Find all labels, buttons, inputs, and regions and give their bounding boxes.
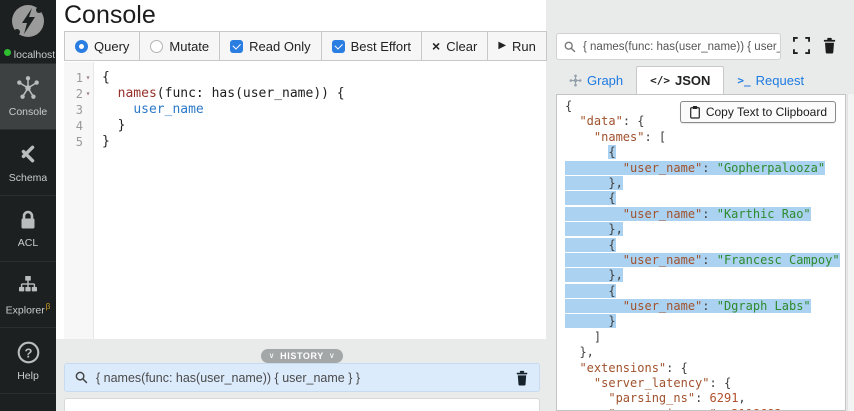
json-line: { <box>565 284 845 299</box>
sidebar-bottom-divider <box>0 393 56 411</box>
tab-request[interactable]: >_ Request <box>724 66 817 94</box>
editor-gutter: 1▾2▾345 <box>64 62 94 339</box>
sidebar-item-schema[interactable]: Schema <box>0 129 56 195</box>
json-line: { <box>565 238 845 253</box>
json-line: "processing_ns": 2118682, <box>565 407 845 411</box>
json-line: "names": [ <box>565 130 845 145</box>
console-panel: Console Query Mutate Read Only Best Effo… <box>56 0 546 339</box>
svg-text:?: ? <box>24 345 32 360</box>
checkbox-checked-icon <box>230 40 243 53</box>
dgraph-logo-icon <box>9 2 47 40</box>
search-icon <box>75 371 88 384</box>
clear-button[interactable]: × Clear <box>421 31 488 61</box>
editor-code[interactable]: { names(func: has(user_name)) { user_nam… <box>94 62 345 339</box>
query-radio-button[interactable]: Query <box>64 31 140 61</box>
trash-icon[interactable] <box>515 370 529 386</box>
json-line: "user_name": "Karthic Rao" <box>565 207 845 222</box>
radio-unselected-icon <box>150 40 163 53</box>
tab-json[interactable]: </> JSON <box>636 66 724 95</box>
json-line: "user_name": "Dgraph Labs" <box>565 299 845 314</box>
fullscreen-icon[interactable] <box>793 37 810 54</box>
chevron-down-icon: ∨ <box>269 351 275 360</box>
page-title: Console <box>64 0 156 31</box>
json-line: "user_name": "Gopherpalooza" <box>565 161 845 176</box>
copy-to-clipboard-button[interactable]: Copy Text to Clipboard <box>680 101 836 123</box>
history-toggle[interactable]: ∨ HISTORY ∨ <box>261 349 344 363</box>
result-query-text: { names(func: has(user_name)) { user_nam… <box>583 41 780 53</box>
history-query-text: { names(func: has(user_name)) { user_nam… <box>96 371 515 385</box>
history-item[interactable]: { names(func: has(user_name)) { user_nam… <box>64 363 540 392</box>
terminal-icon: >_ <box>737 74 750 87</box>
clipboard-icon <box>689 105 701 119</box>
sidebar-item-acl[interactable]: ACL <box>0 195 56 261</box>
trash-icon[interactable] <box>822 37 837 54</box>
help-icon: ? <box>16 340 41 365</box>
sidebar-item-label: Schema <box>9 172 48 184</box>
result-tabs: Graph </> JSON >_ Request <box>556 66 846 95</box>
json-lines: { "data": { "names": [ { "user_name": "G… <box>557 95 845 411</box>
json-line: "extensions": { <box>565 361 845 376</box>
server-label: localhost <box>14 49 55 61</box>
json-result-viewer[interactable]: Copy Text to Clipboard { "data": { "name… <box>556 94 846 411</box>
history-toggle-wrap: ∨ HISTORY ∨ <box>64 345 540 363</box>
explorer-icon <box>16 273 40 297</box>
sidebar-item-label: Console <box>9 106 48 118</box>
json-line: }, <box>565 176 845 191</box>
sidebar-item-label: ACL <box>18 237 38 249</box>
console-icon <box>15 75 41 101</box>
mutate-radio-button[interactable]: Mutate <box>139 31 220 61</box>
sidebar-item-console[interactable]: Console <box>0 63 56 129</box>
json-line: } <box>565 314 845 329</box>
schema-icon <box>15 141 41 167</box>
clear-x-icon: × <box>432 39 440 53</box>
radio-selected-icon <box>75 40 88 53</box>
sidebar-item-explorer[interactable]: Explorerβ <box>0 261 56 327</box>
json-line: { <box>565 191 845 206</box>
best-effort-checkbox-button[interactable]: Best Effort <box>321 31 422 61</box>
chevron-down-icon: ∨ <box>329 351 335 360</box>
run-play-icon: ▶ <box>498 41 506 51</box>
sidebar: localhost Console Schema <box>0 0 56 411</box>
graph-icon <box>569 74 582 87</box>
search-icon <box>564 41 576 53</box>
json-line: "server_latency": { <box>565 376 845 391</box>
scrollbar[interactable] <box>847 94 854 411</box>
code-icon: </> <box>650 74 670 87</box>
sidebar-server[interactable]: localhost <box>0 0 56 63</box>
query-toolbar: Query Mutate Read Only Best Effort × Cle… <box>64 31 540 61</box>
query-editor[interactable]: 1▾2▾345 { names(func: has(user_name)) { … <box>64 62 546 339</box>
sidebar-item-label: Explorerβ <box>6 302 51 317</box>
json-line: }, <box>565 345 845 360</box>
sidebar-item-help[interactable]: ? Help <box>0 327 56 393</box>
tab-graph[interactable]: Graph <box>556 66 636 94</box>
sidebar-item-label: Help <box>17 370 39 382</box>
json-line: "user_name": "Francesc Campoy" <box>565 253 845 268</box>
acl-lock-icon <box>16 208 40 232</box>
read-only-checkbox-button[interactable]: Read Only <box>219 31 321 61</box>
run-button[interactable]: ▶ Run <box>487 31 547 61</box>
history-item[interactable] <box>64 398 540 411</box>
checkbox-checked-icon <box>332 40 345 53</box>
server-status-dot <box>4 49 11 56</box>
result-query-bar[interactable]: { names(func: has(user_name)) { user_nam… <box>556 33 781 60</box>
json-line: }, <box>565 222 845 237</box>
json-line: "parsing_ns": 6291, <box>565 391 845 406</box>
json-line: { <box>565 145 845 160</box>
json-line: ] <box>565 330 845 345</box>
beta-badge: β <box>46 302 51 311</box>
json-line: }, <box>565 268 845 283</box>
